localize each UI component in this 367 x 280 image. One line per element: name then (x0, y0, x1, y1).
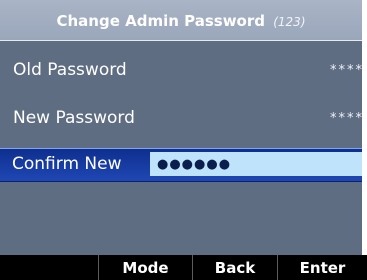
input-mode-hint: (123) (273, 15, 306, 29)
softkey-bar: Mode Back Enter (0, 255, 367, 280)
old-password-value: **** (330, 63, 362, 78)
old-password-row[interactable]: Old Password **** (0, 50, 362, 90)
new-password-label: New Password (13, 108, 135, 128)
softkey-empty (0, 255, 98, 280)
enter-softkey[interactable]: Enter (278, 255, 367, 280)
confirm-password-input[interactable]: ●●●●●● (150, 152, 362, 176)
new-password-value: **** (330, 111, 362, 126)
confirm-password-label: Confirm New (12, 154, 122, 174)
back-softkey[interactable]: Back (193, 255, 277, 280)
phone-screen: Change Admin Password (123) Old Password… (0, 0, 367, 280)
display-panel: Change Admin Password (123) Old Password… (0, 0, 362, 280)
screen-title-bar: Change Admin Password (123) (0, 0, 362, 41)
old-password-label: Old Password (13, 60, 127, 80)
mode-softkey[interactable]: Mode (99, 255, 192, 280)
new-password-row[interactable]: New Password **** (0, 98, 362, 138)
screen-title: Change Admin Password (56, 12, 265, 30)
confirm-password-row[interactable]: Confirm New ●●●●●● (0, 148, 362, 182)
